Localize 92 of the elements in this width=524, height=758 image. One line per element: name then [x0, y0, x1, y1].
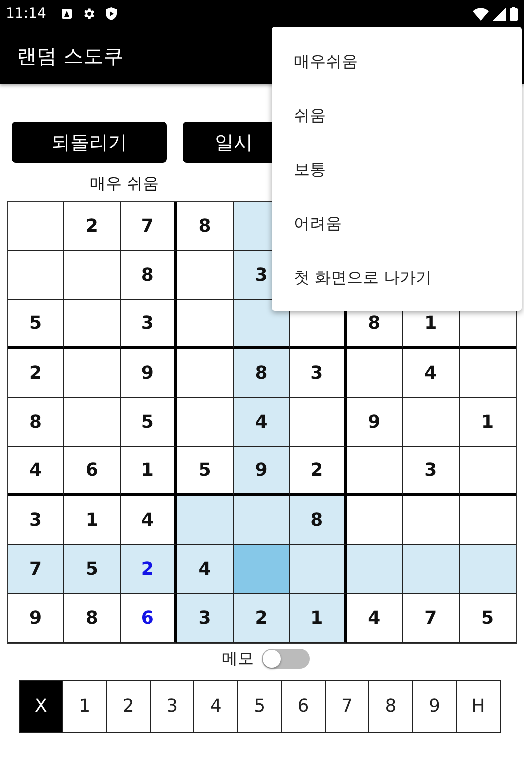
sudoku-cell[interactable] — [460, 545, 516, 594]
sudoku-cell[interactable] — [64, 349, 121, 398]
sudoku-cell[interactable]: 9 — [120, 349, 178, 398]
sudoku-cell[interactable]: 9 — [346, 398, 404, 447]
sudoku-cell[interactable]: 9 — [8, 594, 64, 643]
shield-icon — [105, 7, 118, 21]
sudoku-cell[interactable]: 8 — [234, 349, 290, 398]
memo-toggle[interactable] — [262, 649, 310, 669]
sudoku-cell[interactable] — [403, 398, 460, 447]
number-key[interactable]: 7 — [324, 680, 370, 733]
sudoku-cell[interactable] — [8, 251, 64, 300]
sudoku-cell[interactable]: 8 — [8, 398, 64, 447]
number-key[interactable]: 1 — [62, 680, 108, 733]
sudoku-cell[interactable] — [460, 496, 516, 545]
sudoku-cell[interactable] — [64, 398, 121, 447]
difficulty-label: 매우 쉬움 — [90, 174, 160, 195]
sudoku-cell[interactable]: 3 — [403, 447, 460, 496]
sudoku-cell[interactable] — [403, 545, 460, 594]
sudoku-cell[interactable]: 5 — [460, 594, 516, 643]
number-key[interactable]: 3 — [150, 680, 195, 733]
number-key[interactable]: 5 — [237, 680, 282, 733]
memo-label: 메모 — [222, 648, 254, 670]
sudoku-cell[interactable]: 5 — [177, 447, 234, 496]
sudoku-cell[interactable]: 1 — [64, 496, 121, 545]
sudoku-cell[interactable] — [177, 349, 234, 398]
sudoku-cell[interactable]: 2 — [64, 202, 121, 251]
sudoku-cell[interactable]: 9 — [234, 447, 290, 496]
sudoku-cell[interactable] — [177, 251, 234, 300]
status-time: 11:14 — [6, 6, 46, 22]
battery-icon — [510, 7, 518, 21]
sudoku-cell[interactable] — [460, 349, 516, 398]
sudoku-cell[interactable]: 3 — [290, 349, 347, 398]
sudoku-cell[interactable]: 5 — [64, 545, 121, 594]
sudoku-cell[interactable]: 2 — [8, 349, 64, 398]
action-button[interactable]: 되돌리기 — [12, 122, 167, 163]
sudoku-cell[interactable]: 7 — [8, 545, 64, 594]
sudoku-cell[interactable]: 7 — [403, 594, 460, 643]
sudoku-cell[interactable] — [346, 496, 404, 545]
sudoku-cell[interactable] — [177, 398, 234, 447]
number-key[interactable]: H — [456, 680, 502, 733]
sudoku-cell[interactable]: 7 — [120, 202, 178, 251]
sudoku-cell[interactable]: 6 — [64, 447, 121, 496]
sudoku-cell[interactable] — [64, 300, 121, 349]
sudoku-cell[interactable]: 4 — [234, 398, 290, 447]
sudoku-cell[interactable]: 3 — [120, 300, 178, 349]
sudoku-cell[interactable]: 2 — [120, 545, 178, 594]
sudoku-cell[interactable]: 1 — [290, 594, 347, 643]
sudoku-cell[interactable]: 3 — [8, 496, 64, 545]
app-title: 랜덤 스도쿠 — [17, 42, 124, 70]
sudoku-cell[interactable] — [234, 300, 290, 349]
menu-item[interactable]: 매우쉬움 — [272, 35, 522, 89]
sudoku-cell[interactable] — [234, 496, 290, 545]
sudoku-cell[interactable]: 8 — [290, 496, 347, 545]
sudoku-cell[interactable]: 3 — [177, 594, 234, 643]
sudoku-cell[interactable]: 4 — [120, 496, 178, 545]
sudoku-cell[interactable]: 8 — [177, 202, 234, 251]
sudoku-cell[interactable]: 8 — [64, 594, 121, 643]
sudoku-cell[interactable]: 2 — [290, 447, 347, 496]
number-key[interactable]: 8 — [368, 680, 414, 733]
sudoku-cell[interactable]: 5 — [120, 398, 178, 447]
sudoku-cell[interactable] — [460, 447, 516, 496]
number-key[interactable]: X — [18, 680, 64, 733]
menu-item[interactable]: 어려움 — [272, 197, 522, 251]
sudoku-cell[interactable]: 8 — [120, 251, 178, 300]
sudoku-cell[interactable] — [346, 349, 404, 398]
gear-icon — [82, 7, 96, 21]
number-key[interactable]: 2 — [106, 680, 152, 733]
sudoku-cell[interactable] — [290, 545, 347, 594]
sudoku-cell[interactable]: 5 — [8, 300, 64, 349]
sudoku-cell[interactable] — [177, 496, 234, 545]
sudoku-cell[interactable] — [234, 545, 290, 594]
sudoku-cell[interactable]: 4 — [403, 349, 460, 398]
number-key[interactable]: 9 — [412, 680, 458, 733]
sudoku-cell[interactable] — [290, 398, 347, 447]
sudoku-cell[interactable]: 6 — [120, 594, 178, 643]
sudoku-cell[interactable] — [346, 447, 404, 496]
sudoku-cell[interactable]: 2 — [234, 594, 290, 643]
sudoku-cell[interactable]: 4 — [346, 594, 404, 643]
sudoku-cell[interactable] — [64, 251, 121, 300]
notification-icon — [61, 8, 74, 20]
number-key[interactable]: 6 — [280, 680, 326, 733]
sudoku-cell[interactable] — [346, 545, 404, 594]
wifi-icon — [473, 8, 489, 20]
signal-icon — [493, 8, 506, 20]
sudoku-cell[interactable] — [403, 496, 460, 545]
sudoku-cell[interactable]: 4 — [177, 545, 234, 594]
sudoku-cell[interactable]: 1 — [460, 398, 516, 447]
sudoku-cell[interactable] — [177, 300, 234, 349]
sudoku-cell[interactable] — [8, 202, 64, 251]
sudoku-cell[interactable]: 4 — [8, 447, 64, 496]
number-key[interactable]: 4 — [193, 680, 239, 733]
sudoku-cell[interactable]: 1 — [120, 447, 178, 496]
